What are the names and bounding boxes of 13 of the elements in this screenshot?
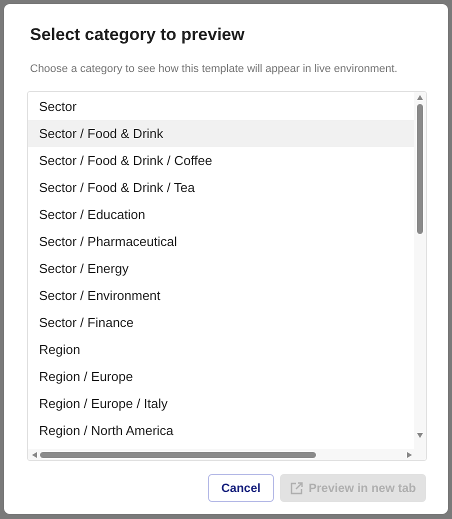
external-link-icon: [290, 482, 303, 494]
scroll-left-icon[interactable]: [32, 452, 37, 458]
vertical-scrollbar[interactable]: [414, 92, 426, 450]
dialog-title: Select category to preview: [29, 24, 246, 46]
horizontal-scrollbar[interactable]: [28, 449, 426, 460]
dialog-description: Choose a category to see how this template will appear in live environment.: [29, 62, 398, 76]
scroll-up-icon[interactable]: [417, 95, 423, 100]
scroll-down-icon[interactable]: [417, 433, 423, 438]
cancel-button[interactable]: Cancel: [208, 474, 274, 502]
category-item[interactable]: Sector / Food & Drink: [28, 120, 414, 147]
scroll-right-icon[interactable]: [407, 452, 412, 458]
scroll-thumb[interactable]: [417, 104, 423, 234]
scroll-thumb[interactable]: [40, 452, 316, 458]
